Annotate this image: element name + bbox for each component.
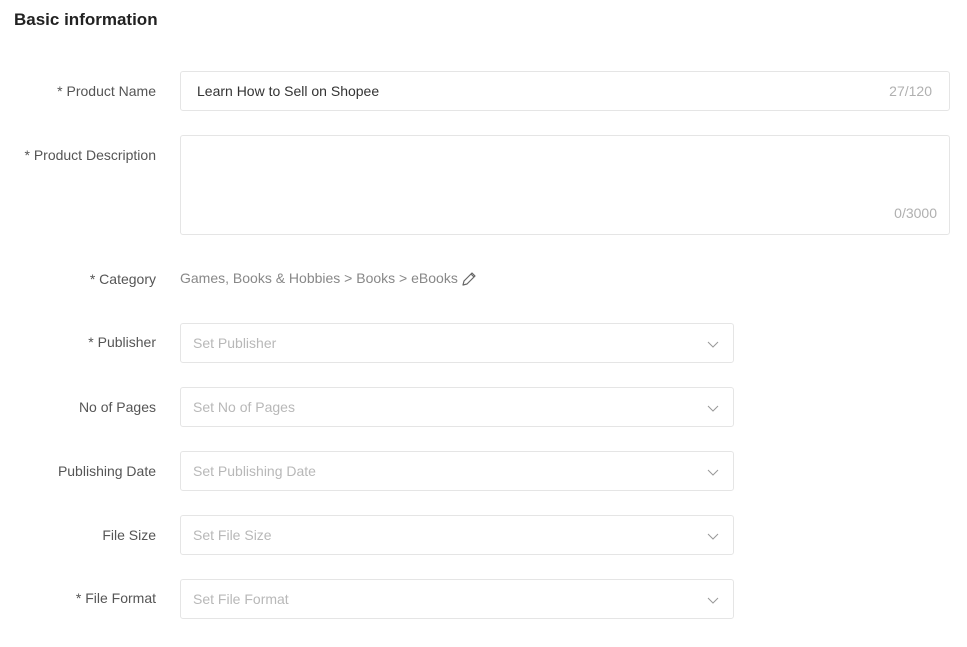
no-of-pages-placeholder: Set No of Pages: [193, 399, 295, 415]
file-size-select[interactable]: Set File Size: [180, 515, 734, 555]
product-name-label: * Product Name: [57, 83, 156, 99]
chevron-down-icon: [707, 405, 719, 412]
no-of-pages-label: No of Pages: [78, 399, 156, 415]
product-description-counter: 0/3000: [894, 205, 937, 221]
chevron-down-icon: [707, 469, 719, 476]
product-description-textarea[interactable]: 0/3000: [180, 135, 950, 235]
file-format-select[interactable]: Set File Format: [180, 579, 734, 619]
publishing-date-label: Publishing Date: [57, 463, 156, 479]
publishing-date-select[interactable]: Set Publishing Date: [180, 451, 734, 491]
publisher-select[interactable]: Set Publisher: [180, 323, 734, 363]
chevron-down-icon: [707, 533, 719, 540]
product-name-input[interactable]: Learn How to Sell on Shopee 27/120: [180, 71, 950, 111]
file-format-label: * File Format: [75, 590, 156, 606]
file-format-placeholder: Set File Format: [193, 591, 289, 607]
category-label: * Category: [89, 271, 156, 287]
publisher-placeholder: Set Publisher: [193, 335, 277, 351]
file-size-label: File Size: [102, 527, 156, 543]
no-of-pages-select[interactable]: Set No of Pages: [180, 387, 734, 427]
publishing-date-placeholder: Set Publishing Date: [193, 463, 316, 479]
chevron-down-icon: [707, 341, 719, 348]
chevron-down-icon: [707, 597, 719, 604]
section-title: Basic information: [14, 10, 158, 29]
publisher-label: * Publisher: [88, 334, 156, 350]
pencil-icon[interactable]: [460, 270, 478, 288]
product-name-value: Learn How to Sell on Shopee: [197, 83, 380, 99]
category-path: Games, Books & Hobbies > Books > eBooks: [180, 270, 458, 286]
product-description-label: * Product Description: [24, 147, 156, 163]
product-name-counter: 27/120: [889, 83, 932, 99]
file-size-placeholder: Set File Size: [193, 527, 272, 543]
